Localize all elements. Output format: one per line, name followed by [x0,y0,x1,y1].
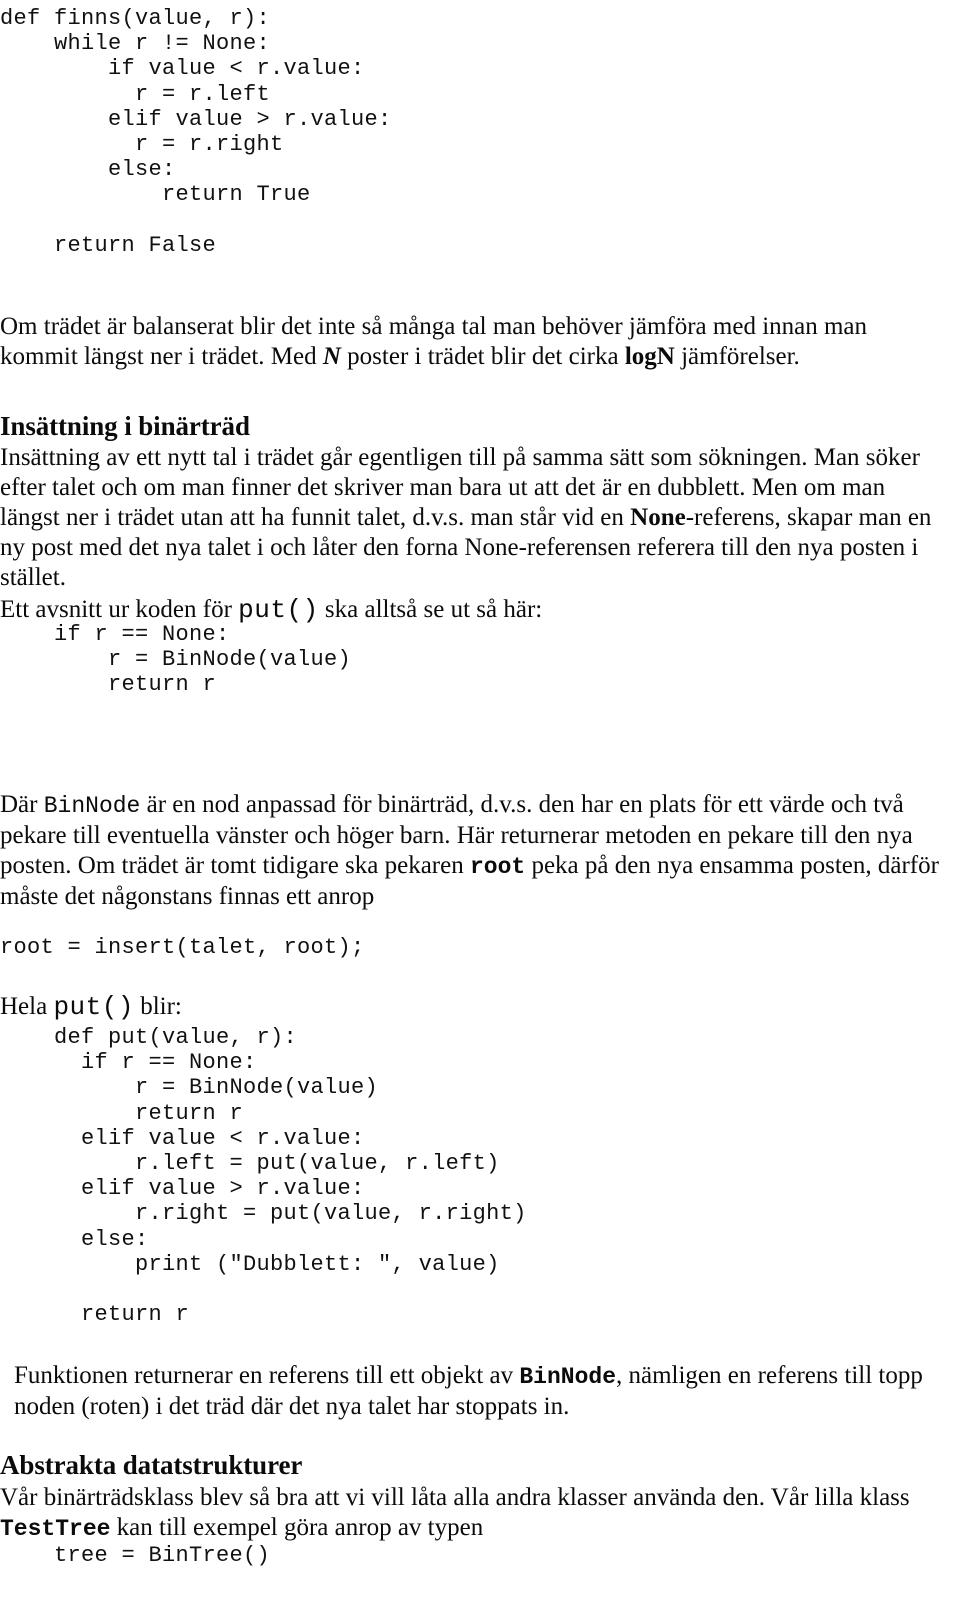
paragraph-insattning: Insättning av ett nytt tal i trädet går … [0,443,945,593]
code-block-put-snippet: if r == None: r = BinNode(value) return … [54,622,352,698]
inline-code-put: put() [238,595,319,625]
emphasis-none: None [630,504,686,531]
paragraph-hela: Hela put() blir: [0,992,182,1022]
section-heading-insattning: Insättning i binärträd [0,411,250,441]
code-block-finns-function: def finns(value, r): while r != None: if… [0,6,392,258]
paragraph-avsnitt-part2: ska alltså se ut så här: [318,596,543,623]
paragraph-balanserat: Om trädet är balanserat blir det inte så… [0,312,945,372]
paragraph-abstrakta: Vår binärträdsklass blev så bra att vi v… [0,1483,945,1544]
inline-code-testtree: TestTree [0,1516,111,1542]
inline-code-binnode-bold: BinNode [519,1364,616,1390]
paragraph-abstrakta-part2: kan till exempel göra anrop av typen [110,1514,484,1541]
document-page: def finns(value, r): while r != None: if… [0,0,960,1606]
paragraph-hela-part1: Hela [0,993,54,1020]
emphasis-logn: logN [624,343,675,370]
inline-code-put-full: put() [53,992,134,1022]
paragraph-balanserat-part2: poster i trädet blir det cirka [340,343,625,370]
code-block-put-full: def put(value, r): if r == None: r = Bin… [54,1025,527,1328]
paragraph-hela-part2: blir: [133,993,182,1020]
paragraph-abstrakta-part1: Vår binärträdsklass blev så bra att vi v… [0,1484,910,1511]
section-heading-abstrakta: Abstrakta datatstrukturer [0,1450,303,1480]
emphasis-n: N [322,343,341,370]
paragraph-funktionen: Funktionen returnerar en referens till e… [14,1361,960,1422]
code-block-root-insert: root = insert(talet, root); [0,935,365,960]
paragraph-binnode: Där BinNode är en nod anpassad för binär… [0,790,950,912]
inline-code-root: root [469,854,526,880]
paragraph-balanserat-part3: jämförelser. [674,343,800,370]
code-block-bintree-call: tree = BinTree() [0,1543,271,1568]
paragraph-funktionen-part1: Funktionen returnerar en referens till e… [14,1362,520,1389]
paragraph-avsnitt: Ett avsnitt ur koden för put() ska allts… [0,595,945,625]
paragraph-avsnitt-part1: Ett avsnitt ur koden för [0,596,239,623]
inline-code-binnode: BinNode [43,793,141,819]
paragraph-binnode-part1: Där [0,791,44,818]
